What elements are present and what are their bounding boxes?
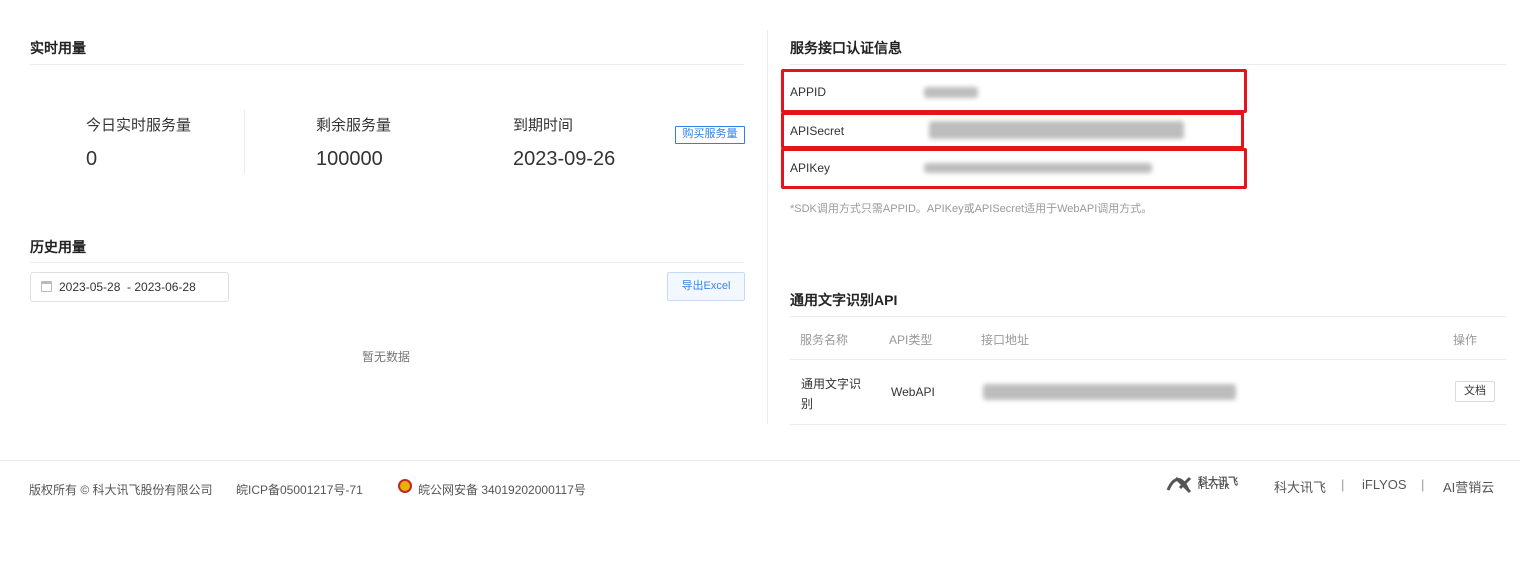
- col-header-url: 接口地址: [981, 333, 1030, 347]
- table-row-type: WebAPI: [891, 385, 935, 399]
- table-row-name: 通用文字识 别: [801, 374, 861, 414]
- date-range-picker[interactable]: 2023-05-28 - 2023-06-28: [30, 272, 229, 302]
- appid-value-redacted: [924, 87, 978, 98]
- footer-link-iflyos[interactable]: iFLYOS: [1362, 477, 1407, 492]
- divider: [30, 64, 744, 65]
- footer-separator: |: [1341, 477, 1345, 492]
- stat-today-label: 今日实时服务量: [86, 117, 192, 134]
- row-name-line1: 通用文字识: [801, 377, 862, 391]
- apisecret-label: APISecret: [790, 124, 845, 138]
- apisecret-row: APISecret: [781, 112, 1244, 149]
- col-header-name: 服务名称: [800, 333, 849, 347]
- api-title: 通用文字识别API: [790, 292, 898, 308]
- footer-link-iflytek[interactable]: 科大讯飞: [1274, 477, 1326, 496]
- stat-today-value: 0: [86, 148, 98, 170]
- stat-remaining-label: 剩余服务量: [316, 117, 392, 134]
- divider: [30, 262, 744, 263]
- divider: [790, 64, 1506, 65]
- apikey-row: APIKey: [781, 148, 1247, 189]
- logo-en-text: IFLYTEK: [1198, 484, 1231, 491]
- apikey-value-redacted: [924, 163, 1152, 173]
- footer-police-link[interactable]: 皖公网安备 34019202000117号: [418, 481, 586, 498]
- calendar-icon: [41, 281, 52, 292]
- table-row-url-redacted: [983, 384, 1236, 400]
- doc-button[interactable]: 文档: [1455, 381, 1495, 402]
- footer-separator: |: [1421, 477, 1425, 492]
- auth-title: 服务接口认证信息: [790, 40, 902, 56]
- row-name-line2: 别: [801, 397, 814, 411]
- iflytek-logo-icon: [1166, 476, 1192, 494]
- empty-data-text: 暂无数据: [362, 350, 411, 364]
- footer-icp-link[interactable]: 皖ICP备05001217号-71: [236, 481, 363, 498]
- stat-expire-label: 到期时间: [513, 117, 574, 134]
- divider: [790, 316, 1506, 317]
- footer-link-ai-marketing[interactable]: AI营销云: [1443, 477, 1494, 496]
- history-title: 历史用量: [30, 239, 86, 255]
- iflytek-logo: 科大讯飞 IFLYTEK: [1166, 474, 1246, 494]
- apisecret-value-redacted: [929, 121, 1184, 139]
- stat-remaining-value: 100000: [316, 148, 383, 170]
- appid-label: APPID: [790, 85, 827, 99]
- police-badge-icon: [398, 479, 412, 493]
- footer-divider: [0, 460, 1520, 461]
- apikey-label: APIKey: [790, 161, 831, 175]
- divider: [790, 424, 1506, 425]
- panel-divider: [767, 30, 768, 424]
- col-header-action: 操作: [1453, 333, 1478, 347]
- auth-note: *SDK调用方式只需APPID。APIKey或APISecret适用于WebAP…: [790, 203, 1153, 215]
- col-header-type: API类型: [889, 333, 933, 347]
- realtime-title: 实时用量: [30, 40, 86, 56]
- footer-copyright: 版权所有 © 科大讯飞股份有限公司: [29, 483, 213, 497]
- date-range-text: 2023-05-28 - 2023-06-28: [59, 280, 196, 294]
- buy-service-button[interactable]: 购买服务量: [675, 126, 745, 144]
- export-excel-button[interactable]: 导出Excel: [667, 272, 745, 301]
- stat-divider: [244, 110, 245, 174]
- appid-row: APPID: [781, 69, 1247, 113]
- divider: [790, 359, 1506, 360]
- stat-expire-value: 2023-09-26: [513, 148, 616, 170]
